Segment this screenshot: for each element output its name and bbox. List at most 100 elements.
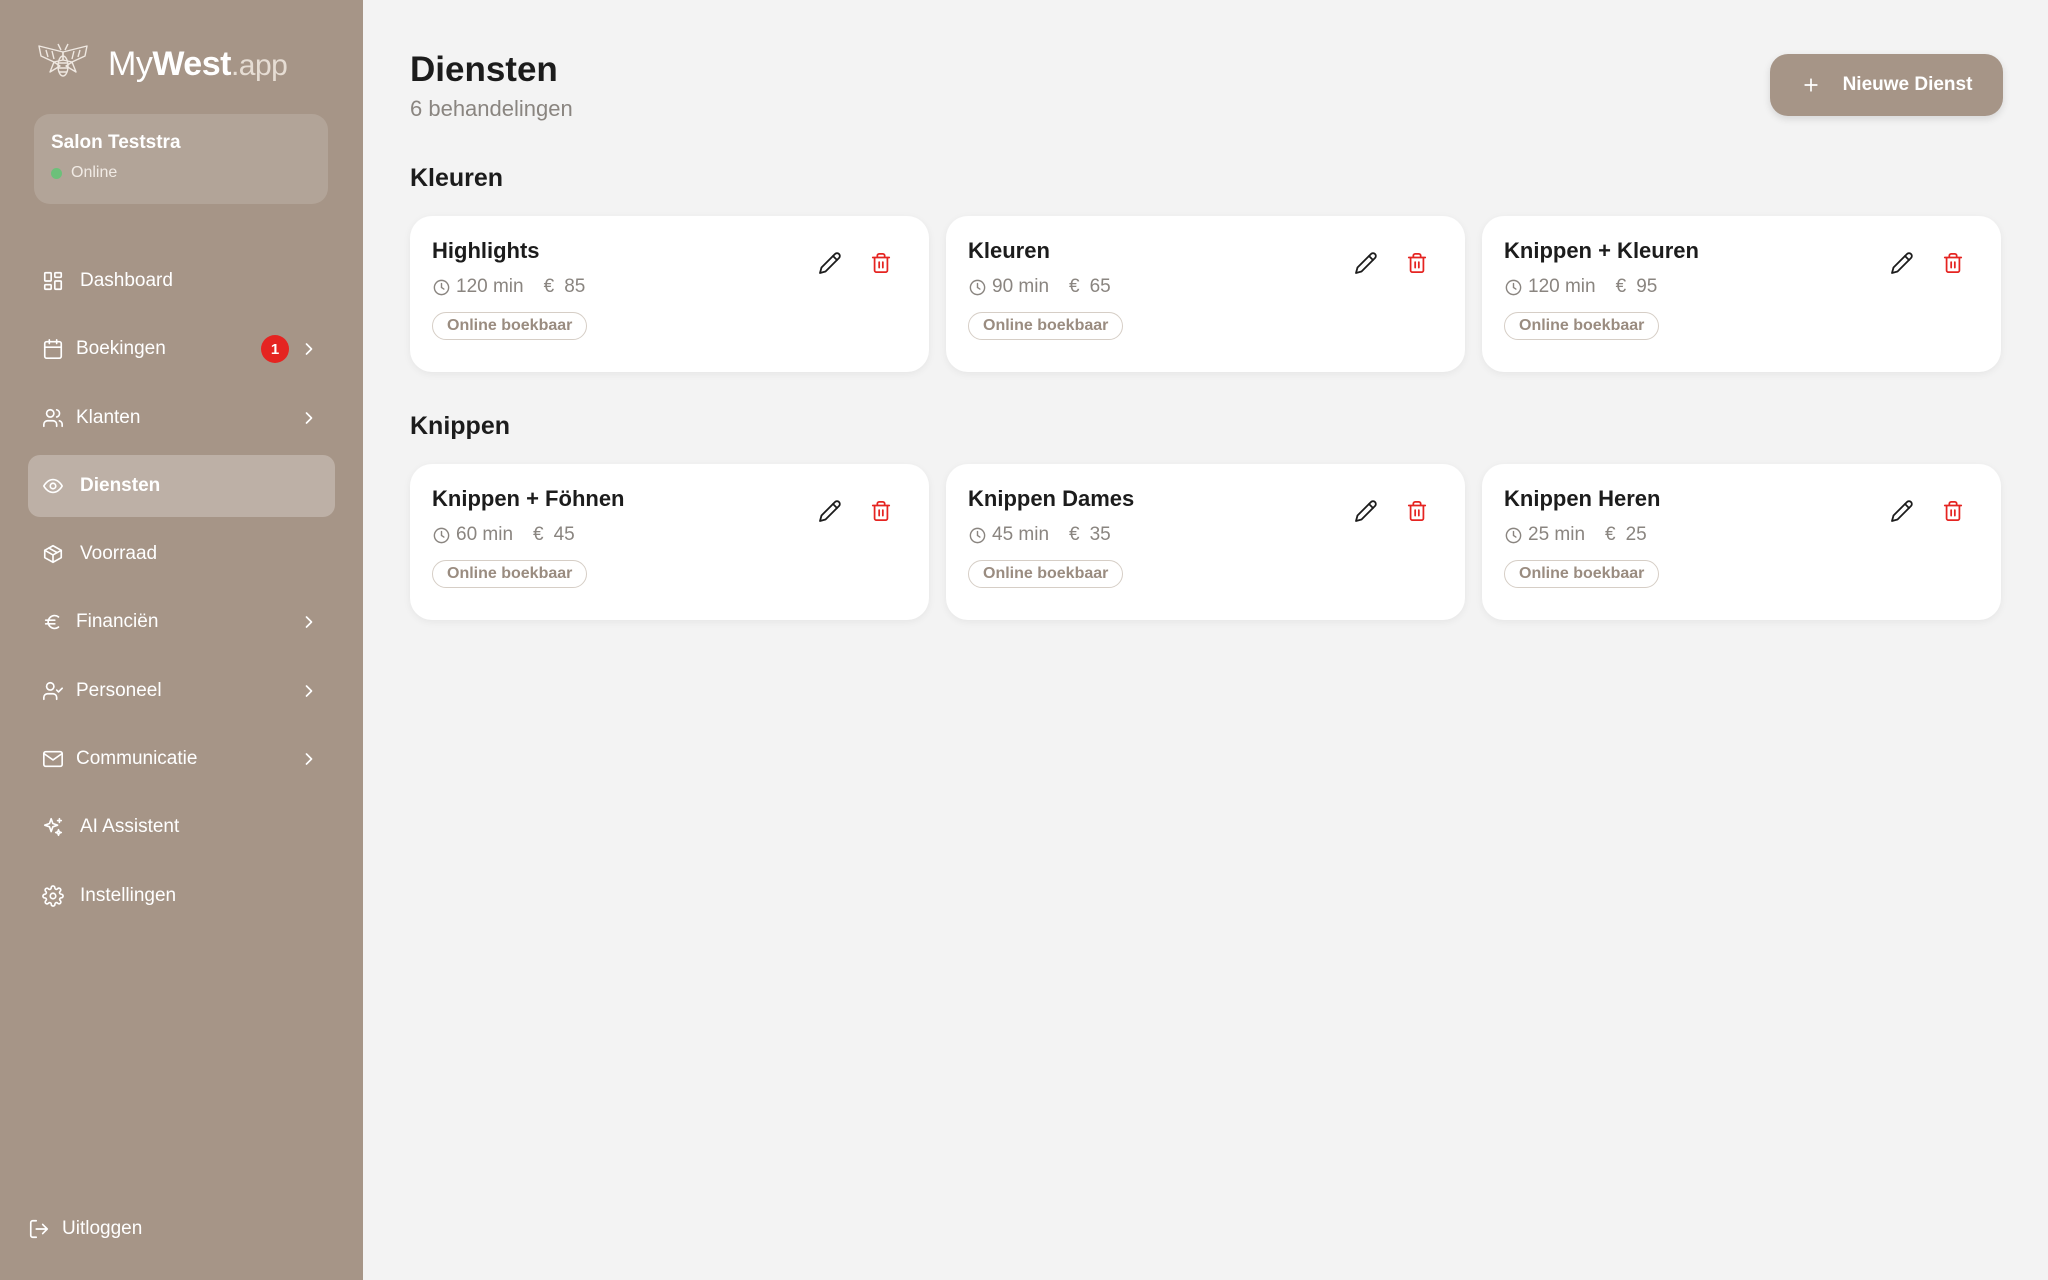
online-status-dot xyxy=(51,167,62,179)
edit-button[interactable] xyxy=(1887,496,1917,526)
sidebar-item-financien[interactable]: Financiën xyxy=(28,591,335,653)
app-logo[interactable]: MyWest.app xyxy=(36,40,288,88)
logout-icon xyxy=(29,1219,49,1239)
logo-text: MyWest.app xyxy=(108,44,288,84)
logo-my: My xyxy=(108,44,153,83)
edit-button[interactable] xyxy=(815,496,845,526)
sidebar-item-instellingen[interactable]: Instellingen xyxy=(28,865,335,927)
euro-icon: € xyxy=(543,276,555,297)
pencil-icon xyxy=(1355,500,1377,522)
bee-logo-icon xyxy=(38,43,88,77)
delete-button[interactable] xyxy=(866,248,896,278)
online-bookable-tag: Online boekbaar xyxy=(968,312,1124,340)
service-meta: 120 min € 85 xyxy=(432,276,907,298)
service-card[interactable]: Knippen + Kleuren 120 min € 95 Online bo… xyxy=(1482,216,2001,372)
service-duration: 120 min xyxy=(1528,276,1596,297)
pencil-icon xyxy=(1891,500,1913,522)
sparkles-icon xyxy=(40,814,66,840)
logout-button[interactable]: Uitloggen xyxy=(28,1218,142,1240)
notification-badge: 1 xyxy=(261,335,289,364)
sidebar-item-voorraad[interactable]: Voorraad xyxy=(28,523,335,585)
users-icon xyxy=(40,405,66,431)
service-duration: 25 min xyxy=(1528,524,1586,545)
sidebar-item-communicatie[interactable]: Communicatie xyxy=(28,728,335,790)
service-price: 45 xyxy=(553,524,575,545)
delete-button[interactable] xyxy=(1402,248,1432,278)
edit-button[interactable] xyxy=(1351,496,1381,526)
service-grid-knippen: Knippen + Föhnen 60 min € 45 Online boek… xyxy=(410,464,2003,620)
sidebar-item-label: Boekingen xyxy=(76,338,166,360)
sidebar-item-personeel[interactable]: Personeel xyxy=(28,660,335,722)
chevron-right-icon xyxy=(299,749,319,769)
sidebar-nav: Dashboard Boekingen 1 Klanten Diensten V… xyxy=(28,250,335,933)
sidebar-item-boekingen[interactable]: Boekingen 1 xyxy=(28,318,335,380)
sidebar-item-diensten[interactable]: Diensten xyxy=(28,454,335,517)
service-card[interactable]: Knippen Heren 25 min € 25 Online boekbaa… xyxy=(1482,464,2001,620)
chevron-right-icon xyxy=(299,339,319,359)
service-duration: 45 min xyxy=(992,524,1050,545)
logo-app: .app xyxy=(230,48,288,82)
pencil-icon xyxy=(1355,252,1377,274)
edit-button[interactable] xyxy=(1887,248,1917,278)
trash-icon xyxy=(1943,500,1963,522)
new-service-label: Nieuwe Dienst xyxy=(1842,74,1973,95)
box-icon xyxy=(40,541,66,567)
service-card[interactable]: Highlights 120 min € 85 Online boekbaar xyxy=(410,216,929,372)
chevron-right-icon xyxy=(299,612,319,632)
sidebar-item-dashboard[interactable]: Dashboard xyxy=(28,250,335,312)
service-duration: 60 min xyxy=(456,524,514,545)
salon-card[interactable]: Salon Teststra Online xyxy=(34,114,328,204)
euro-icon: € xyxy=(1069,276,1080,297)
service-card[interactable]: Knippen Dames 45 min € 35 Online boekbaa… xyxy=(946,464,1465,620)
service-price: 65 xyxy=(1089,276,1111,297)
service-price: 85 xyxy=(564,276,586,297)
service-price: 25 xyxy=(1625,524,1647,545)
delete-button[interactable] xyxy=(1938,248,1968,278)
salon-name: Salon Teststra xyxy=(51,132,181,153)
service-card[interactable]: Kleuren 90 min € 65 Online boekbaar xyxy=(946,216,1465,372)
clock-icon xyxy=(1505,527,1522,543)
salon-status-label: Online xyxy=(71,164,118,181)
sidebar-item-label: Diensten xyxy=(80,474,161,496)
sidebar-item-label: AI Assistent xyxy=(80,816,180,838)
dashboard-icon xyxy=(40,268,66,294)
trash-icon xyxy=(871,252,891,274)
sidebar-item-label: Communicatie xyxy=(76,748,198,770)
euro-icon xyxy=(40,609,66,635)
online-bookable-tag: Online boekbaar xyxy=(432,560,588,588)
online-bookable-tag: Online boekbaar xyxy=(1504,312,1660,340)
section-title-knippen: Knippen xyxy=(410,412,510,440)
mail-icon xyxy=(40,746,66,772)
new-service-button[interactable]: Nieuwe Dienst xyxy=(1770,54,2003,116)
service-price: 95 xyxy=(1636,276,1658,297)
delete-button[interactable] xyxy=(1402,496,1432,526)
service-meta: 60 min € 45 xyxy=(432,524,907,546)
service-card[interactable]: Knippen + Föhnen 60 min € 45 Online boek… xyxy=(410,464,929,620)
sidebar-item-label: Voorraad xyxy=(80,543,158,565)
sidebar-item-label: Klanten xyxy=(76,406,141,428)
service-grid-kleuren: Highlights 120 min € 85 Online boekbaar … xyxy=(410,216,2003,372)
sidebar-item-label: Instellingen xyxy=(80,884,177,906)
sidebar-item-label: Financiën xyxy=(76,611,159,633)
service-meta: 25 min € 25 xyxy=(1504,524,1979,546)
delete-button[interactable] xyxy=(866,496,896,526)
online-bookable-tag: Online boekbaar xyxy=(1504,560,1660,588)
chevron-right-icon xyxy=(299,681,319,701)
section-title-kleuren: Kleuren xyxy=(410,164,504,192)
salon-status: Online xyxy=(51,164,311,182)
sidebar: MyWest.app Salon Teststra Online Dashboa… xyxy=(0,0,363,1280)
clock-icon xyxy=(969,527,986,543)
sidebar-item-klanten[interactable]: Klanten xyxy=(28,387,335,449)
euro-icon: € xyxy=(533,524,544,545)
sidebar-item-label: Personeel xyxy=(76,679,162,701)
sidebar-item-ai-assistent[interactable]: AI Assistent xyxy=(28,796,335,858)
clock-icon xyxy=(433,279,450,295)
edit-button[interactable] xyxy=(815,248,845,278)
eye-icon xyxy=(40,473,66,499)
service-price: 35 xyxy=(1089,524,1111,545)
plus-icon xyxy=(1803,78,1818,92)
service-meta: 90 min € 65 xyxy=(968,276,1443,298)
page-subtitle: 6 behandelingen xyxy=(410,96,573,121)
edit-button[interactable] xyxy=(1351,248,1381,278)
delete-button[interactable] xyxy=(1938,496,1968,526)
